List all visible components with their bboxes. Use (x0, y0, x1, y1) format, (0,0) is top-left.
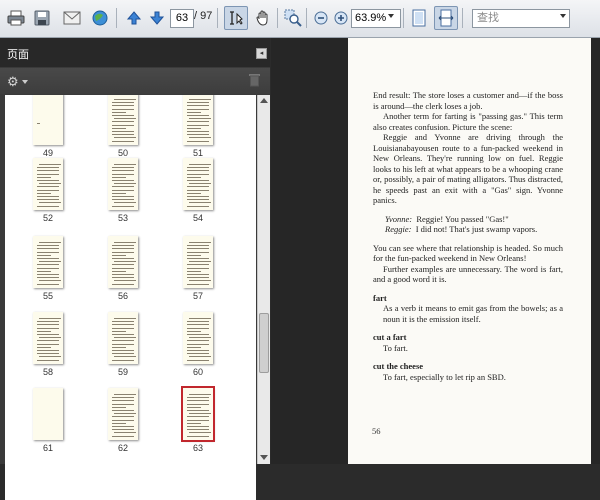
page-thumbnail[interactable] (108, 95, 138, 145)
page-thumbnail[interactable] (33, 388, 63, 440)
thumbnail-list: 49 50 51 52 53 54 55 56 57 58 59 60 61 62 63 (5, 95, 256, 500)
fit-width-icon[interactable] (434, 6, 458, 30)
document-page[interactable]: End result: The store loses a customer a… (348, 38, 591, 464)
page-thumbnail[interactable] (33, 236, 63, 288)
panel-header: 页面 ◂ (0, 38, 270, 67)
dialog-line: Reggie: I did not! That's just swamp vap… (385, 224, 563, 235)
email-icon[interactable] (60, 6, 84, 30)
dialog-text: I did not! That's just swamp vapors. (415, 224, 538, 234)
toolbar: 63 / 97 63.9% 查找 (0, 0, 600, 38)
glossary-term: cut the cheese (373, 361, 424, 371)
page-thumbnail[interactable] (183, 95, 213, 145)
save-icon[interactable] (30, 6, 54, 30)
paragraph: End result: The store loses a customer a… (373, 90, 563, 111)
share-globe-icon[interactable] (88, 6, 112, 30)
gear-icon[interactable]: ⚙ (7, 74, 19, 90)
scroll-down-icon[interactable] (260, 455, 268, 460)
options-dropdown-icon[interactable] (22, 80, 28, 84)
thumbnail-label: 52 (42, 213, 53, 223)
hand-tool-icon[interactable] (251, 6, 275, 30)
page-number-input[interactable]: 63 (170, 9, 194, 28)
panel-toolbar: ⚙ (0, 68, 270, 94)
page-thumbnail[interactable] (183, 158, 213, 210)
page-thumbnail[interactable] (181, 386, 215, 442)
thumbnail-label: 62 (117, 443, 128, 453)
zoom-level-field[interactable]: 63.9% (351, 9, 401, 28)
glossary-definition: To fart, especially to let rip an SBD. (383, 371, 506, 382)
thumbnail-label: 55 (42, 291, 53, 301)
previous-page-icon[interactable] (122, 6, 146, 30)
page-thumbnail[interactable] (108, 236, 138, 288)
glossary-definition: To fart. (383, 342, 408, 353)
glossary-definition: As a verb it means to emit gas from the … (383, 303, 563, 324)
thumbnail-label: 49 (42, 148, 53, 158)
page-thumbnail[interactable] (183, 236, 213, 288)
page-thumbnail[interactable] (33, 95, 63, 145)
page-thumbnail[interactable] (33, 158, 63, 210)
trash-icon[interactable] (249, 73, 260, 87)
paragraph: You can see where that relationship is h… (373, 242, 563, 264)
thumbnail-scrollbar[interactable] (257, 95, 270, 464)
page-total-label: / 97 (194, 10, 213, 22)
glossary-term: cut a fart (373, 332, 407, 342)
next-page-icon[interactable] (145, 6, 169, 30)
scroll-thumb[interactable] (259, 313, 269, 373)
page-thumbnail[interactable] (108, 312, 138, 364)
thumbnail-label: 54 (192, 213, 203, 223)
page-thumbnail[interactable] (183, 312, 213, 364)
document-view[interactable]: End result: The store loses a customer a… (271, 38, 600, 464)
panel-title: 页面 (7, 49, 29, 61)
pages-panel: 页面 ◂ ⚙ 49 50 51 52 53 54 55 56 57 58 59 60 61 62 63 (0, 38, 270, 500)
print-icon[interactable] (4, 6, 28, 30)
glossary-term: fart (373, 292, 387, 303)
page-thumbnail[interactable] (33, 312, 63, 364)
zoom-in-icon[interactable] (329, 6, 353, 30)
dialog-text: Reggie! You passed "Gas!" (416, 213, 509, 224)
thumbnail-label: 60 (192, 367, 203, 377)
thumbnail-label: 61 (42, 443, 53, 453)
paragraph: Another term for farting is "passing gas… (373, 111, 563, 132)
paragraph: Reggie and Yvonne are driving through th… (373, 132, 563, 205)
thumbnail-label: 57 (192, 291, 203, 301)
dialog-line: Yvonne: Reggie! You passed "Gas!" (385, 214, 563, 225)
thumbnail-label: 63 (192, 443, 203, 453)
search-dropdown-icon[interactable] (560, 14, 566, 18)
thumbnail-label: 51 (192, 148, 203, 158)
thumbnail-label: 59 (117, 367, 128, 377)
thumbnail-label: 56 (117, 291, 128, 301)
page-thumbnail[interactable] (108, 158, 138, 210)
select-text-tool-icon[interactable] (224, 6, 248, 30)
marquee-zoom-icon[interactable] (281, 6, 305, 30)
speaker: Yvonne: (385, 213, 413, 224)
fit-page-icon[interactable] (407, 6, 431, 30)
thumbnail-label: 50 (117, 148, 128, 158)
page-number: 56 (372, 426, 381, 436)
thumbnail-label: 53 (117, 213, 128, 223)
search-input[interactable]: 查找 (472, 9, 570, 28)
page-thumbnail[interactable] (108, 388, 138, 440)
zoom-dropdown-icon[interactable] (388, 14, 394, 18)
paragraph: Further examples are unnecessary. The wo… (373, 263, 563, 285)
speaker: Reggie: (385, 224, 412, 234)
thumbnail-label: 58 (42, 367, 53, 377)
page-text: End result: The store loses a customer a… (373, 90, 563, 382)
panel-collapse-icon[interactable]: ◂ (256, 48, 267, 59)
scroll-up-icon[interactable] (260, 98, 268, 103)
